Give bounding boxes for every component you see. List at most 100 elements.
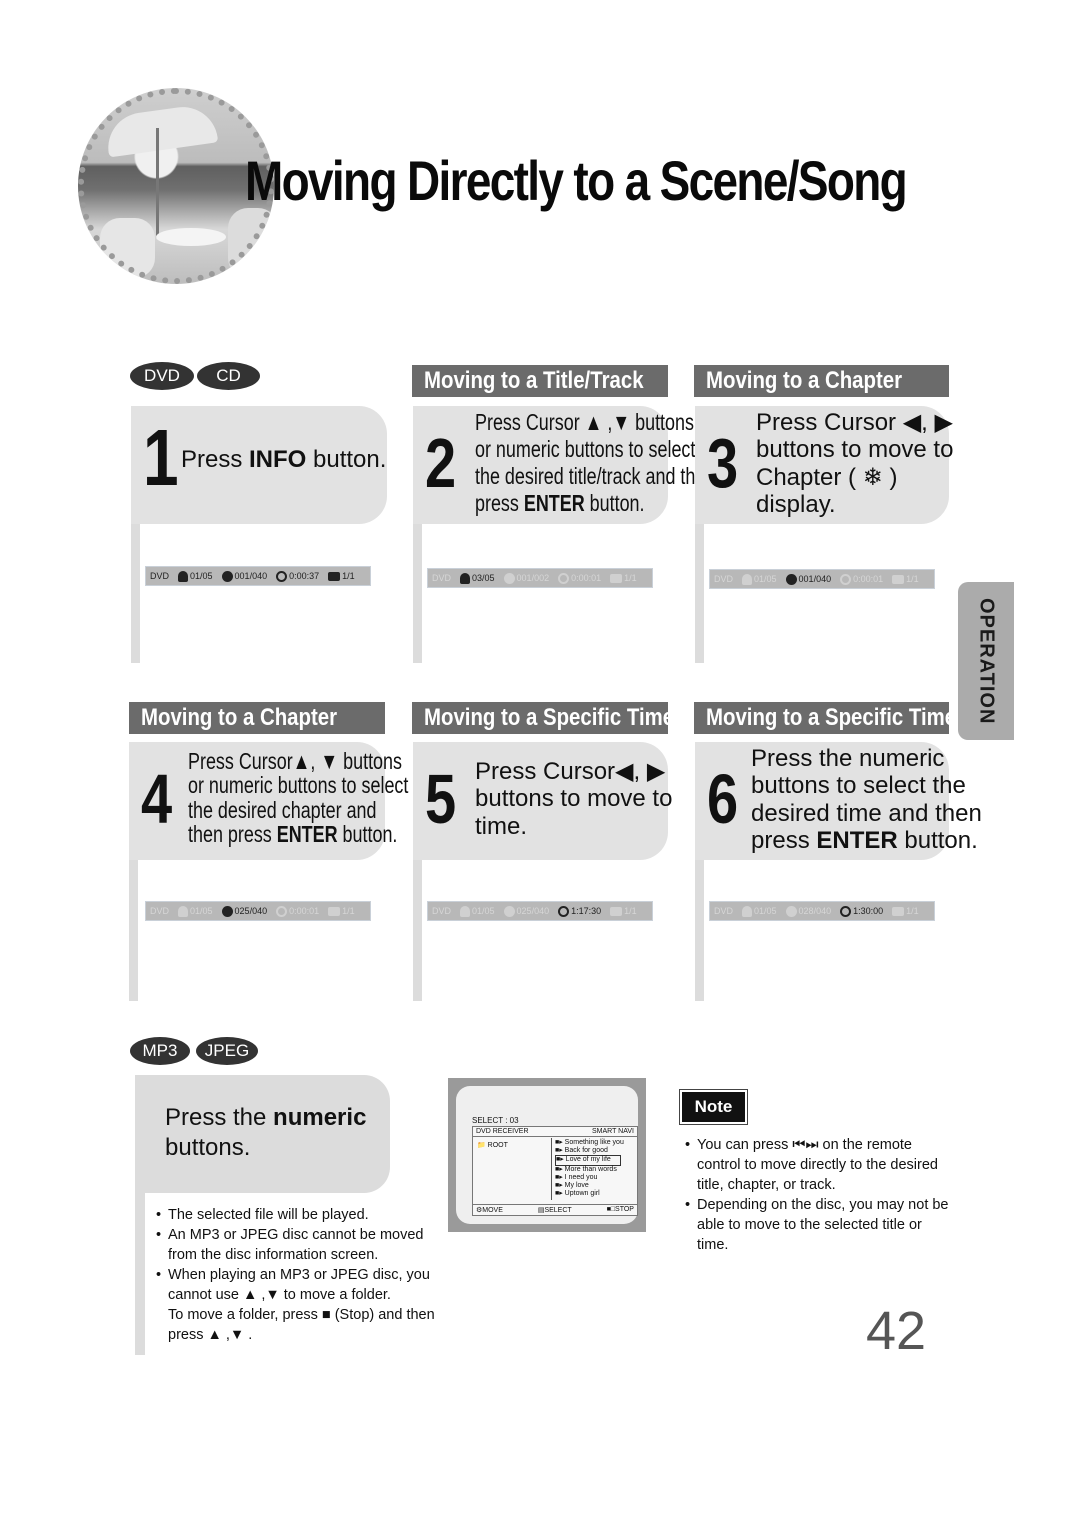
chapter-icon: [785, 573, 797, 585]
track-item[interactable]: ■▸ My love: [555, 1182, 624, 1190]
text-line: then press ENTER button.: [188, 822, 408, 846]
section-chapter-2: Moving to a Chapter: [129, 702, 385, 734]
header-left: DVD RECEIVER: [476, 1128, 529, 1135]
chapter-readout: 028/040: [785, 905, 832, 917]
chapter-readout: 001/040: [785, 573, 831, 585]
text: Press: [181, 446, 250, 473]
section-time-label: Moving to a Specific Time: [424, 704, 675, 731]
step-rail: [129, 856, 138, 1001]
title-readout: 01/05: [742, 905, 777, 917]
track-item[interactable]: ■▸ Back for good: [555, 1147, 624, 1155]
note-label: Note: [679, 1089, 748, 1125]
angle-icon: [892, 574, 905, 584]
mp3-badge: MP3: [130, 1037, 190, 1065]
note-list: You can press ⏮⏭ on the remote control t…: [685, 1135, 955, 1255]
track-item[interactable]: ■▸ Something like you: [555, 1139, 624, 1147]
angle-icon: [892, 906, 905, 916]
text-line: Press Cursor ▲ ,▼ buttons: [475, 409, 694, 435]
cd-badge: CD: [197, 362, 260, 390]
track-item[interactable]: ■▸ Uptown girl: [555, 1190, 624, 1198]
info-bar: DVD 01/05 001/040 0:00:37 1/1: [145, 566, 371, 586]
step-number: 5: [425, 760, 457, 838]
bullet-item: An MP3 or JPEG disc cannot be moved from…: [156, 1225, 441, 1265]
info-bar: DVD 01/05 025/040 1:17:30 1/1: [427, 901, 653, 921]
text-line: press ENTER button.: [475, 490, 715, 517]
step-1: 1 Press INFO button.: [131, 406, 387, 524]
text: button.: [584, 489, 645, 516]
navi-panel: DVD RECEIVER SMART NAVI 📁 ROOT ■▸ Somethi…: [472, 1126, 638, 1216]
title-readout: 01/05: [178, 905, 213, 917]
step-rail: [413, 520, 422, 663]
time-readout: 0:00:01: [558, 572, 601, 584]
text-line: the desired title/track and then: [475, 462, 716, 489]
step-number: 3: [707, 424, 739, 502]
section-specific-time-2: Moving to a Specific Time: [694, 702, 956, 734]
text: button.: [306, 446, 387, 473]
mp3-instruction-text: Press the numeric buttons.: [165, 1103, 366, 1163]
angle-readout-value: 1/1: [906, 906, 919, 916]
step-2: 2 Press Cursor ▲ ,▼ buttons or numeric b…: [413, 406, 715, 524]
step-3: 3 Press Cursor ◀, ▶ buttons to move to C…: [695, 406, 953, 524]
angle-icon: [610, 573, 623, 583]
step-rail: [135, 1190, 145, 1355]
title-readout: 01/05: [178, 570, 213, 582]
angle-icon: [610, 906, 623, 916]
chapter-readout-value: 025/040: [516, 906, 550, 916]
disc-type-value: DVD: [432, 573, 452, 583]
step-text: Press Cursor▲, ▼ buttons or numeric butt…: [188, 749, 408, 847]
time-readout-value: 0:00:37: [289, 571, 320, 581]
track-item[interactable]: ■▸ More than words: [555, 1166, 624, 1174]
time-readout: 1:17:30: [558, 905, 601, 917]
title-icon: [742, 905, 753, 917]
chapter-readout-value: 001/040: [234, 571, 268, 581]
move-label: MOVE: [482, 1207, 503, 1214]
disc-type-value: DVD: [714, 906, 734, 916]
disc-type: DVD: [714, 574, 733, 584]
bold-text: INFO: [249, 446, 307, 473]
disc-type: DVD: [432, 906, 451, 916]
track-item[interactable]: ■▸ Love of my life: [555, 1155, 621, 1166]
text-line: Press Cursor◀, ▶: [475, 758, 666, 785]
text: buttons.: [165, 1134, 251, 1161]
chapter-readout-value: 025/040: [234, 906, 268, 916]
text-line: Press Cursor ◀, ▶: [756, 409, 953, 436]
select-hint: ▤SELECT: [537, 1207, 572, 1214]
text: then press: [188, 821, 277, 848]
text-line: or numeric buttons to select: [475, 435, 696, 462]
chapter-readout-value: 028/040: [798, 906, 832, 916]
select-label: SELECT: [544, 1207, 572, 1214]
text: button.: [897, 827, 978, 855]
stop-hint: ■□STOP: [606, 1206, 634, 1213]
step-4: 4 Press Cursor▲, ▼ buttons or numeric bu…: [129, 742, 408, 860]
bullet-item: The selected file will be played.: [156, 1205, 441, 1225]
text: button.: [337, 821, 398, 848]
time-readout: 0:00:01: [840, 573, 884, 585]
title-readout-value: 01/05: [190, 571, 213, 581]
title-readout: 01/05: [742, 573, 777, 585]
text: press: [751, 827, 817, 855]
title-icon: [742, 573, 753, 585]
angle-readout-value: 1/1: [624, 906, 637, 916]
track-item[interactable]: ■▸ I need you: [555, 1174, 624, 1182]
step-text: Press INFO button.: [181, 446, 386, 474]
step-rail: [413, 856, 422, 1001]
section-title-track: Moving to a Title/Track: [412, 365, 668, 397]
time-readout: 0:00:01: [276, 905, 319, 917]
header-right: SMART NAVI: [591, 1128, 634, 1135]
step-5: 5 Press Cursor◀, ▶ buttons to move to ti…: [413, 742, 672, 860]
title-readout: 03/05: [460, 572, 495, 584]
angle-readout-value: 1/1: [342, 571, 355, 581]
time-readout-value: 0:00:01: [853, 574, 884, 584]
time-icon: [840, 573, 852, 585]
text-line: the desired chapter and: [188, 796, 377, 823]
move-hint: ⚙MOVE: [476, 1207, 503, 1214]
disc-type: DVD: [714, 906, 733, 916]
chapter-readout: 001/040: [221, 570, 268, 582]
operation-tab[interactable]: OPERATION: [958, 582, 1014, 740]
panel-footer: ⚙MOVE ▤SELECT ■□STOP: [473, 1204, 637, 1215]
angle-icon: [328, 571, 341, 581]
title-readout-value: 01/05: [472, 906, 495, 916]
root-folder[interactable]: 📁 ROOT: [477, 1141, 508, 1149]
section-title-track-label: Moving to a Title/Track: [424, 367, 644, 394]
info-bar: DVD 01/05 025/040 0:00:01 1/1: [145, 901, 371, 921]
